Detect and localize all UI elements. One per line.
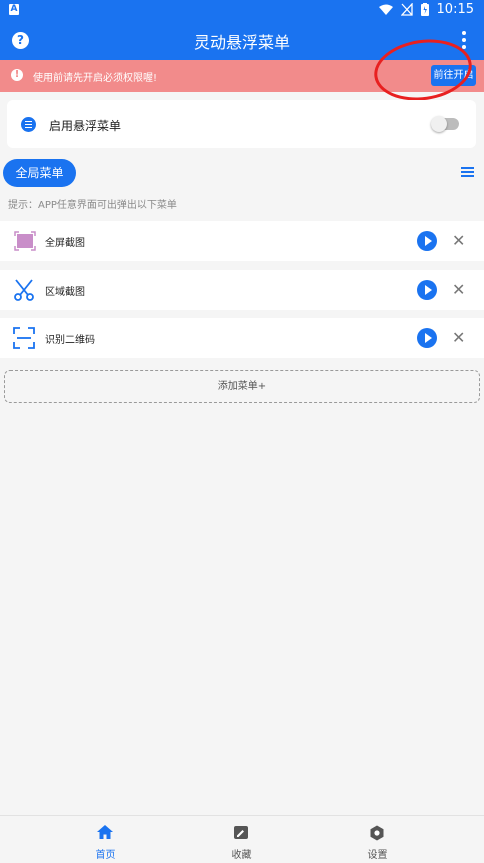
menu-row-fullscreen-screenshot[interactable]: 全屏截图 ✕ xyxy=(0,221,484,261)
close-icon[interactable]: ✕ xyxy=(452,231,465,251)
menu-row-area-screenshot[interactable]: 区域截图 ✕ xyxy=(0,270,484,310)
close-icon[interactable]: ✕ xyxy=(452,328,465,348)
notification-a-icon: A xyxy=(9,4,19,15)
list-circle-icon xyxy=(21,117,36,132)
add-menu-button[interactable]: 添加菜单+ xyxy=(4,370,480,403)
toggle-knob xyxy=(431,116,447,132)
menu-label: 区域截图 xyxy=(45,287,85,298)
play-icon[interactable] xyxy=(417,280,437,300)
home-icon xyxy=(97,825,113,839)
menu-label: 全屏截图 xyxy=(45,238,85,249)
menu-label: 识别二维码 xyxy=(45,335,95,346)
bottom-navigation: 首页 收藏 设置 xyxy=(0,815,484,863)
enable-floating-menu-toggle[interactable] xyxy=(431,116,459,132)
hamburger-menu-icon[interactable] xyxy=(461,167,474,178)
scissors-icon xyxy=(14,279,34,301)
tab-settings[interactable]: 设置 xyxy=(297,816,458,863)
clock: 10:15 xyxy=(436,2,474,17)
enable-floating-menu-label: 启用悬浮菜单 xyxy=(49,119,122,133)
edit-icon xyxy=(234,826,248,839)
enable-floating-menu-card: 启用悬浮菜单 xyxy=(7,100,476,148)
close-icon[interactable]: ✕ xyxy=(452,280,465,300)
wifi-icon xyxy=(378,4,393,15)
menu-row-qr-scan[interactable]: 识别二维码 ✕ xyxy=(0,318,484,358)
no-signal-icon xyxy=(400,3,413,16)
global-menu-button[interactable]: 全局菜单 xyxy=(3,159,76,187)
hint-text: 提示：APP任意界面可出弹出以下菜单 xyxy=(8,200,177,211)
play-icon[interactable] xyxy=(417,328,437,348)
battery-icon xyxy=(420,3,429,16)
warning-text: 使用前请先开启必须权限喔! xyxy=(33,73,158,84)
status-bar: A 10:15 xyxy=(0,0,484,22)
settings-icon xyxy=(370,825,384,841)
fullscreen-screenshot-icon xyxy=(14,231,36,251)
status-icons: 10:15 xyxy=(378,2,474,17)
tab-label: 设置 xyxy=(367,850,388,861)
qr-scan-icon xyxy=(13,327,35,349)
alert-icon: ! xyxy=(11,69,23,81)
play-icon[interactable] xyxy=(417,231,437,251)
